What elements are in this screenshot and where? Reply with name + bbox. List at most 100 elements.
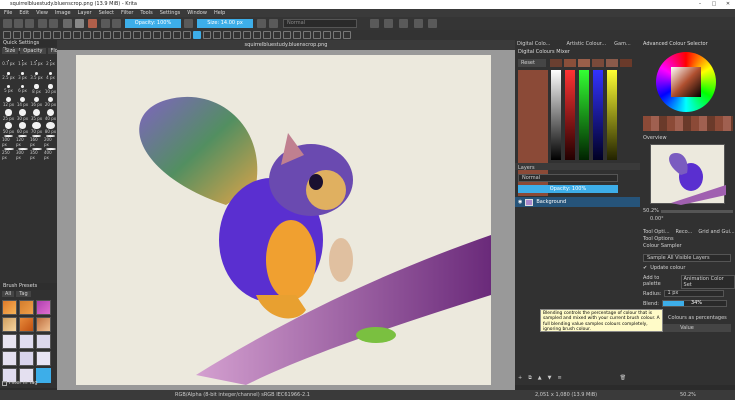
- mixer-swatch[interactable]: [550, 59, 562, 67]
- polygon-select-tool-icon[interactable]: [273, 31, 281, 39]
- brush-size-option[interactable]: 3 px: [16, 70, 29, 82]
- blend-mode-select[interactable]: Normal: [283, 19, 357, 28]
- menu-layer[interactable]: Layer: [78, 10, 92, 16]
- menu-view[interactable]: View: [36, 10, 48, 16]
- crop-tool-icon[interactable]: [143, 31, 151, 39]
- brush-preset-thumb[interactable]: [2, 300, 17, 315]
- colorize-mask-tool-icon[interactable]: [203, 31, 211, 39]
- add-to-palette-label[interactable]: Add to palette: [643, 275, 678, 289]
- document-tab[interactable]: squirrelbluestudy.bluenscrop.png: [57, 40, 515, 50]
- move-down-icon[interactable]: ▼: [548, 375, 552, 385]
- brush-size-option[interactable]: 300 px: [16, 148, 29, 160]
- reset-button[interactable]: Reset: [518, 59, 546, 67]
- brush-preset-thumb[interactable]: [2, 351, 17, 366]
- preserve-alpha-icon[interactable]: [384, 19, 393, 28]
- menu-window[interactable]: Window: [187, 10, 207, 16]
- menu-help[interactable]: Help: [214, 10, 225, 16]
- bezier-tool-icon[interactable]: [103, 31, 111, 39]
- brush-size-option[interactable]: 25 px: [2, 109, 15, 121]
- mixer-slider-red[interactable]: [565, 70, 575, 160]
- filter-in-tag-checkbox[interactable]: [2, 380, 7, 386]
- menu-tools[interactable]: Tools: [140, 10, 152, 16]
- brush-preset-thumb[interactable]: [19, 300, 34, 315]
- brush-preset-thumb[interactable]: [36, 351, 51, 366]
- brush-size-option[interactable]: 250 px: [2, 148, 15, 160]
- brush-size-option[interactable]: 3.5 px: [30, 70, 43, 82]
- brush-size-option[interactable]: 4 px: [44, 70, 57, 82]
- brush-settings-icon[interactable]: [112, 19, 121, 28]
- properties-icon[interactable]: ≡: [558, 375, 562, 385]
- menu-select[interactable]: Select: [99, 10, 114, 16]
- blend-slider[interactable]: 34%: [661, 300, 727, 307]
- color-triangle[interactable]: [671, 67, 701, 97]
- redo-icon[interactable]: [49, 19, 58, 28]
- mirror-horizontal-icon[interactable]: [414, 19, 423, 28]
- zoom-tool-icon[interactable]: [333, 31, 341, 39]
- brush-size-option[interactable]: 16 px: [30, 96, 43, 108]
- mixer-swatch[interactable]: [592, 59, 604, 67]
- tab-digital-colours[interactable]: Digital Colo...: [517, 40, 550, 48]
- menu-filter[interactable]: Filter: [121, 10, 133, 16]
- brush-preset-thumb[interactable]: [19, 351, 34, 366]
- brush-size-option[interactable]: 5 px: [2, 83, 15, 95]
- brush-size-option[interactable]: 8 px: [30, 83, 43, 95]
- brush-size-option[interactable]: 160 px: [30, 135, 43, 147]
- pan-tool-icon[interactable]: [343, 31, 351, 39]
- menu-edit[interactable]: Edit: [19, 10, 29, 16]
- gradient-tool-icon[interactable]: [173, 31, 181, 39]
- save-icon[interactable]: [25, 19, 34, 28]
- multibrush-tool-icon[interactable]: [133, 31, 141, 39]
- line-tool-icon[interactable]: [53, 31, 61, 39]
- tab-gamut[interactable]: Gam...: [614, 40, 631, 48]
- tab-opacity[interactable]: Opacity: [20, 48, 46, 54]
- brush-size-option[interactable]: 35 px: [30, 109, 43, 121]
- polyline-tool-icon[interactable]: [93, 31, 101, 39]
- pattern-icon[interactable]: [75, 19, 84, 28]
- radius-input[interactable]: 1 px: [664, 290, 725, 297]
- brush-size-option[interactable]: 30 px: [16, 109, 29, 121]
- freehand-select-tool-icon[interactable]: [283, 31, 291, 39]
- canvas[interactable]: [76, 55, 491, 385]
- new-file-icon[interactable]: [3, 19, 12, 28]
- opacity-slider[interactable]: Opacity: 100%: [125, 19, 181, 28]
- brush-size-option[interactable]: 350 px: [30, 148, 43, 160]
- mirror-vertical-icon[interactable]: [428, 19, 437, 28]
- freehand-brush-tool-icon[interactable]: [43, 31, 51, 39]
- brush-size-option[interactable]: 20 px: [44, 96, 57, 108]
- elliptical-select-tool-icon[interactable]: [263, 31, 271, 39]
- brush-size-option[interactable]: 12 px: [2, 96, 15, 108]
- maximize-icon[interactable]: □: [707, 0, 721, 9]
- update-colour-check-icon[interactable]: ✔: [643, 265, 647, 271]
- polygon-tool-icon[interactable]: [83, 31, 91, 39]
- mixer-swatch[interactable]: [564, 59, 576, 67]
- brush-size-option[interactable]: 60 px: [16, 122, 29, 134]
- brush-size-option[interactable]: 1.5 px: [30, 57, 43, 69]
- brush-size-option[interactable]: 0.7 px: [2, 57, 15, 69]
- gradient-icon[interactable]: [63, 19, 72, 28]
- brush-size-option[interactable]: 80 px: [44, 122, 57, 134]
- dynamic-brush-tool-icon[interactable]: [123, 31, 131, 39]
- assistant-tool-icon[interactable]: [223, 31, 231, 39]
- overview-rotation[interactable]: 0.00°: [650, 216, 710, 222]
- close-icon[interactable]: ✕: [721, 0, 735, 9]
- rectangular-select-tool-icon[interactable]: [253, 31, 261, 39]
- mixer-swatch[interactable]: [578, 59, 590, 67]
- alpha-lock-icon[interactable]: [269, 19, 278, 28]
- select-shapes-tool-icon[interactable]: [3, 31, 11, 39]
- color-wheel[interactable]: [656, 52, 716, 112]
- tab-recorder[interactable]: Reco...: [676, 228, 693, 236]
- brush-preset-thumb[interactable]: [19, 317, 34, 332]
- wrap-icon[interactable]: [399, 19, 408, 28]
- minimize-icon[interactable]: –: [693, 0, 707, 9]
- brush-size-option[interactable]: 70 px: [30, 122, 43, 134]
- brush-preset-thumb[interactable]: [2, 317, 17, 332]
- measure-tool-icon[interactable]: [233, 31, 241, 39]
- tab-grid-guides[interactable]: Grid and Gui...: [698, 228, 734, 236]
- link-icon[interactable]: [257, 19, 266, 28]
- mixer-swatch[interactable]: [620, 59, 632, 67]
- reset-opacity-icon[interactable]: [184, 19, 193, 28]
- palette-select[interactable]: Animation Color Set: [680, 275, 735, 289]
- brush-size-option[interactable]: 40 px: [44, 109, 57, 121]
- mixer-slider-green[interactable]: [579, 70, 589, 160]
- zoom-slider[interactable]: [660, 209, 733, 213]
